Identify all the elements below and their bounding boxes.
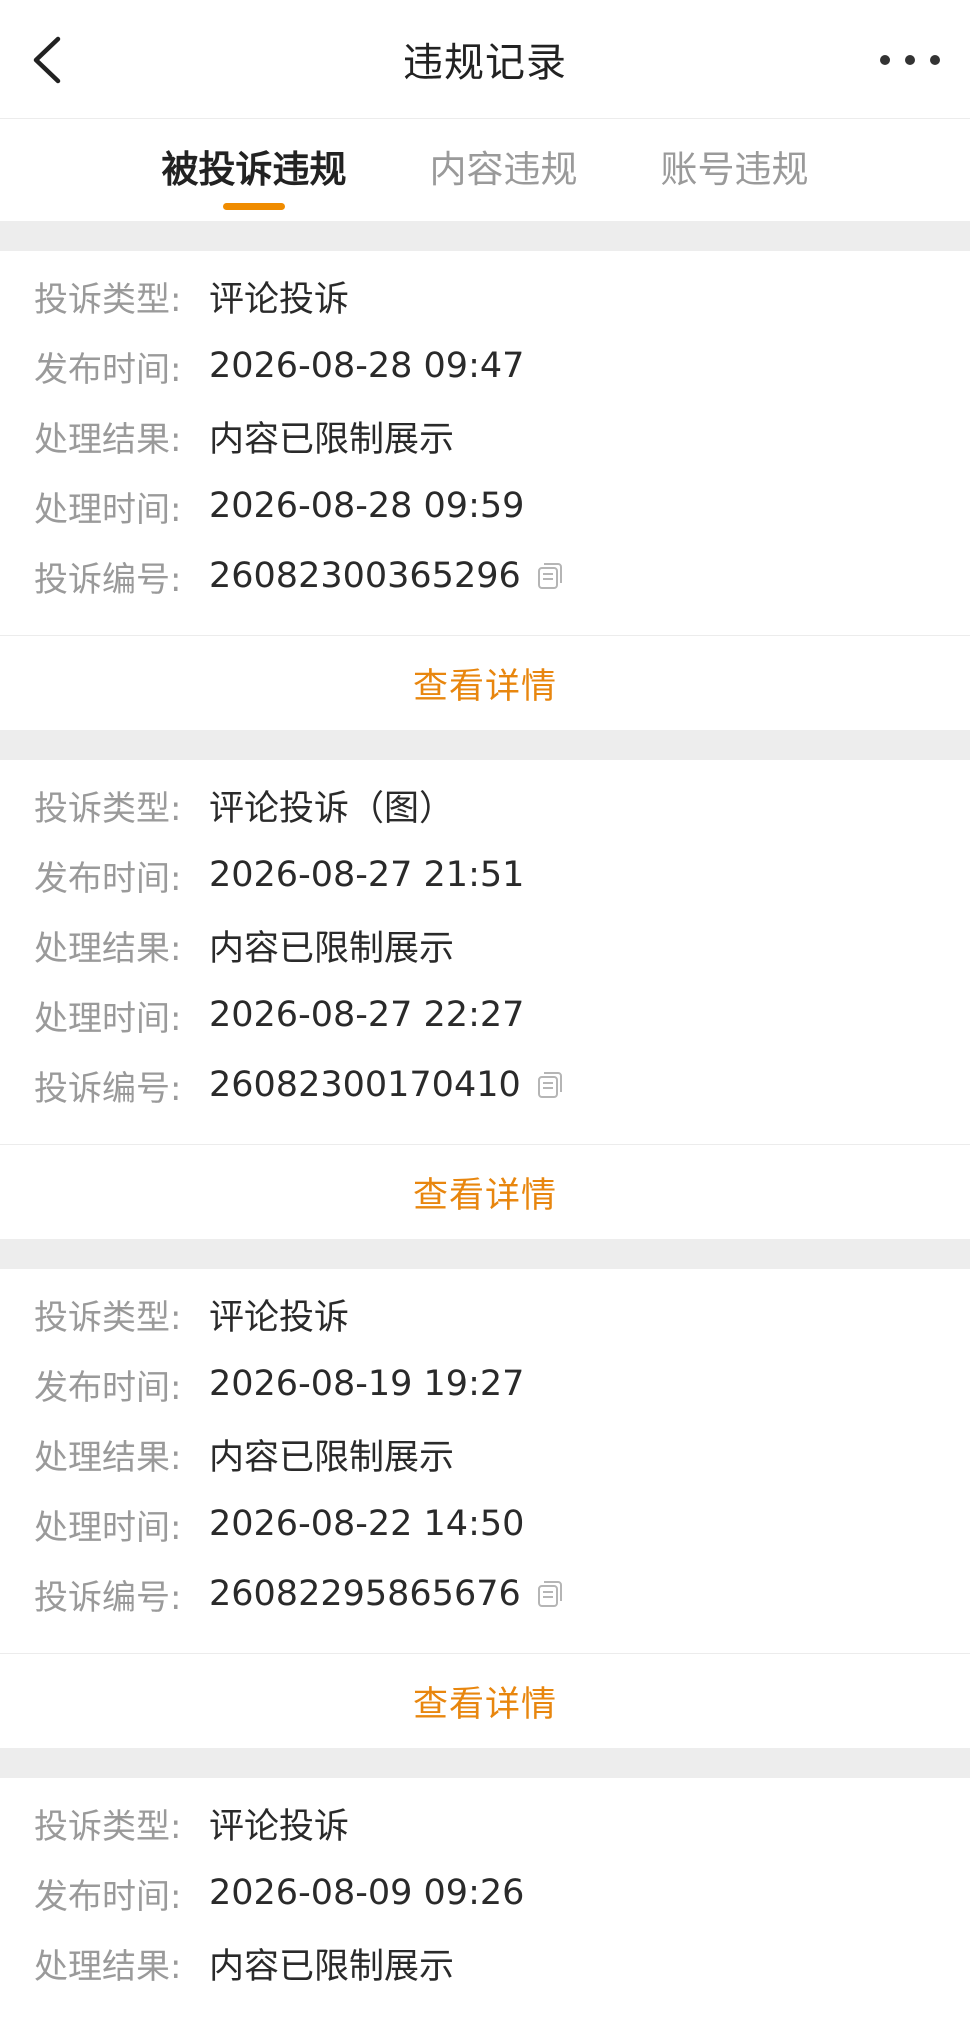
section-divider	[0, 730, 970, 760]
field-label: 投诉编号:	[34, 559, 182, 600]
complaint-id-row: 投诉编号: 26082300170410	[0, 1050, 970, 1120]
result-row: 处理结果: 内容已限制展示	[0, 910, 970, 980]
copy-icon[interactable]	[535, 1070, 565, 1100]
tab-label: 内容违规	[429, 148, 578, 191]
process-time-row: 处理时间: 2026-08-28 09:59	[0, 471, 970, 541]
complaint-type-value: 评论投诉（图）	[209, 788, 455, 829]
copy-icon[interactable]	[535, 561, 565, 591]
publish-time-value: 2026-08-27 21:51	[209, 855, 525, 895]
more-options-button[interactable]	[880, 35, 940, 85]
process-time-value: 2026-08-22 14:50	[209, 1504, 525, 1544]
publish-time-value: 2026-08-28 09:47	[209, 346, 525, 386]
complaint-id-row: 投诉编号: 26082300365296	[0, 541, 970, 611]
complaint-id-value: 26082295865676	[209, 1574, 521, 1614]
field-label: 投诉类型:	[34, 279, 182, 320]
result-value: 内容已限制展示	[209, 1946, 455, 1987]
result-row: 处理结果: 内容已限制展示	[0, 401, 970, 471]
section-divider	[0, 1239, 970, 1269]
complaint-type-value: 评论投诉	[209, 1297, 350, 1338]
view-details-label: 查看详情	[412, 1175, 557, 1216]
field-label: 处理时间:	[34, 998, 182, 1039]
view-details-label: 查看详情	[412, 666, 557, 707]
violation-record-card: 投诉类型: 评论投诉 发布时间: 2026-08-28 09:47 处理结果: …	[0, 251, 970, 730]
field-label: 发布时间:	[34, 858, 182, 899]
field-label: 投诉类型:	[34, 788, 182, 829]
field-label: 处理结果:	[34, 419, 182, 460]
view-details-button[interactable]: 查看详情	[0, 1653, 970, 1748]
tab-label: 被投诉违规	[161, 148, 347, 191]
violation-record-card: 投诉类型: 评论投诉 发布时间: 2026-08-19 19:27 处理结果: …	[0, 1269, 970, 1748]
publish-time-value: 2026-08-19 19:27	[209, 1364, 525, 1404]
view-details-button[interactable]: 查看详情	[0, 635, 970, 730]
result-row: 处理结果: 内容已限制展示	[0, 1928, 970, 1998]
field-label: 处理结果:	[34, 1437, 182, 1478]
complaint-type-row: 投诉类型: 评论投诉	[0, 1788, 970, 1858]
violation-record-card: 投诉类型: 评论投诉 发布时间: 2026-08-09 09:26 处理结果: …	[0, 1778, 970, 2022]
field-label: 发布时间:	[34, 349, 182, 390]
chevron-left-icon	[33, 36, 61, 84]
view-details-button[interactable]: 查看详情	[0, 1144, 970, 1239]
result-value: 内容已限制展示	[209, 1437, 455, 1478]
field-label: 处理时间:	[34, 1507, 182, 1548]
publish-time-row: 发布时间: 2026-08-09 09:26	[0, 1858, 970, 1928]
result-value: 内容已限制展示	[209, 928, 455, 969]
page-title: 违规记录	[403, 40, 567, 86]
active-tab-indicator	[223, 203, 285, 210]
tab-content-violation[interactable]: 内容违规	[426, 119, 582, 221]
top-app-bar: 违规记录	[0, 0, 970, 119]
field-label: 投诉编号:	[34, 1068, 182, 1109]
tab-complaint-violation[interactable]: 被投诉违规	[158, 119, 351, 221]
process-time-value: 2026-08-28 09:59	[209, 486, 525, 526]
more-dot	[930, 55, 940, 65]
field-label: 发布时间:	[34, 1367, 182, 1408]
field-label: 发布时间:	[34, 1876, 182, 1917]
process-time-value: 2026-08-27 22:27	[209, 995, 525, 1035]
process-time-row: 处理时间: 2026-08-22 14:50	[0, 1489, 970, 1559]
result-value: 内容已限制展示	[209, 419, 455, 460]
tab-account-violation[interactable]: 账号违规	[657, 119, 813, 221]
more-dot	[905, 55, 915, 65]
field-label: 处理结果:	[34, 928, 182, 969]
field-label: 投诉类型:	[34, 1297, 182, 1338]
field-label: 投诉类型:	[34, 1806, 182, 1847]
section-divider	[0, 1748, 970, 1778]
copy-icon[interactable]	[535, 1579, 565, 1609]
publish-time-row: 发布时间: 2026-08-19 19:27	[0, 1349, 970, 1419]
tab-bar: 被投诉违规 内容违规 账号违规	[0, 119, 970, 221]
tab-label: 账号违规	[660, 148, 809, 191]
complaint-type-value: 评论投诉	[209, 279, 350, 320]
violation-record-card: 投诉类型: 评论投诉（图） 发布时间: 2026-08-27 21:51 处理结…	[0, 760, 970, 1239]
process-time-row: 处理时间: 2026-08-27 22:27	[0, 980, 970, 1050]
view-details-label: 查看详情	[412, 1684, 557, 1725]
complaint-type-row: 投诉类型: 评论投诉（图）	[0, 770, 970, 840]
complaint-type-value: 评论投诉	[209, 1806, 350, 1847]
complaint-type-row: 投诉类型: 评论投诉	[0, 261, 970, 331]
section-divider	[0, 221, 970, 251]
publish-time-value: 2026-08-09 09:26	[209, 1873, 525, 1913]
publish-time-row: 发布时间: 2026-08-28 09:47	[0, 331, 970, 401]
publish-time-row: 发布时间: 2026-08-27 21:51	[0, 840, 970, 910]
complaint-type-row: 投诉类型: 评论投诉	[0, 1279, 970, 1349]
result-row: 处理结果: 内容已限制展示	[0, 1419, 970, 1489]
field-label: 投诉编号:	[34, 1577, 182, 1618]
field-label: 处理结果:	[34, 1946, 182, 1987]
complaint-id-value: 26082300365296	[209, 556, 521, 596]
complaint-id-row: 投诉编号: 26082295865676	[0, 1559, 970, 1629]
field-label: 处理时间:	[34, 489, 182, 530]
more-horizontal-icon	[880, 55, 890, 65]
back-button[interactable]	[22, 30, 72, 90]
complaint-id-value: 26082300170410	[209, 1065, 521, 1105]
